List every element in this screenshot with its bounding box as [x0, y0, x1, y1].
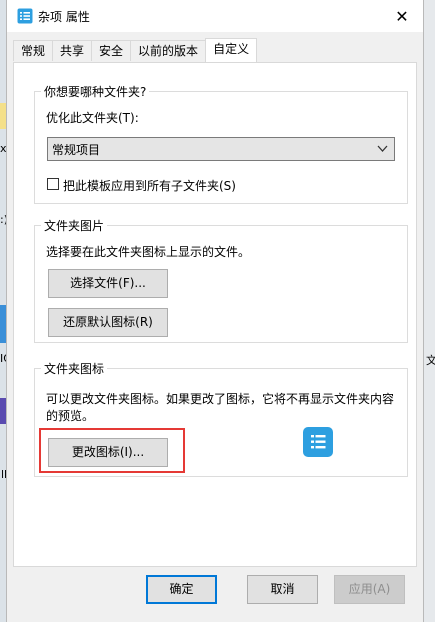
folder-type-legend: 你想要哪种文件夹?: [41, 83, 150, 100]
close-icon: ✕: [395, 6, 409, 26]
tab-sharing[interactable]: 共享: [52, 40, 93, 61]
apply-button[interactable]: 应用(A): [334, 575, 405, 604]
tab-customize[interactable]: 自定义: [205, 38, 258, 62]
title-bar: 杂项 属性 ✕: [7, 0, 423, 32]
tab-strip: 常规 共享 安全 以前的版本 自定义: [13, 38, 258, 63]
chevron-down-icon: [377, 145, 388, 152]
background-text: 文: [426, 354, 435, 367]
apply-subfolders-label: 把此模板应用到所有子文件夹(S): [63, 179, 236, 193]
choose-file-button[interactable]: 选择文件(F)...: [48, 269, 168, 298]
optimize-label: 优化此文件夹(T):: [46, 111, 139, 125]
optimize-select-value: 常规项目: [52, 143, 101, 157]
window-title: 杂项 属性: [38, 10, 90, 24]
folder-icon-description: 可以更改文件夹图标。如果更改了图标，它将不再显示文件夹内容: [46, 392, 395, 406]
folder-picture-description: 选择要在此文件夹图标上显示的文件。: [46, 245, 251, 259]
restore-default-icon-button[interactable]: 还原默认图标(R): [48, 308, 168, 337]
folder-picture-group: 文件夹图片 选择要在此文件夹图标上显示的文件。 选择文件(F)... 还原默认图…: [34, 217, 408, 343]
apply-subfolders-checkbox[interactable]: [47, 178, 59, 190]
optimize-select[interactable]: 常规项目: [47, 137, 395, 161]
customize-panel: 你想要哪种文件夹? 优化此文件夹(T): 常规项目 把此模板应用到所有子文件夹(…: [13, 62, 417, 567]
folder-icon-description: 的预览。: [46, 409, 95, 423]
tab-previous-versions[interactable]: 以前的版本: [130, 40, 207, 61]
highlight-box: [39, 428, 185, 473]
list-folder-icon: [311, 435, 326, 449]
folder-icon-preview: [303, 427, 333, 457]
properties-dialog: 杂项 属性 ✕ 常规 共享 安全 以前的版本 自定义 你想要哪种文件夹? 优化此…: [6, 0, 424, 622]
tab-general[interactable]: 常规: [13, 40, 54, 61]
cancel-button[interactable]: 取消: [247, 575, 318, 604]
background-window-right: [423, 0, 435, 622]
ok-button[interactable]: 确定: [146, 575, 217, 604]
folder-icon-legend: 文件夹图标: [41, 360, 108, 377]
tab-security[interactable]: 安全: [91, 40, 132, 61]
list-folder-icon: [17, 8, 33, 24]
folder-type-group: 你想要哪种文件夹? 优化此文件夹(T): 常规项目 把此模板应用到所有子文件夹(…: [34, 83, 408, 204]
close-button[interactable]: ✕: [381, 0, 423, 32]
folder-picture-legend: 文件夹图片: [41, 217, 108, 234]
folder-icon-group: 文件夹图标 可以更改文件夹图标。如果更改了图标，它将不再显示文件夹内容 的预览。…: [34, 360, 408, 477]
